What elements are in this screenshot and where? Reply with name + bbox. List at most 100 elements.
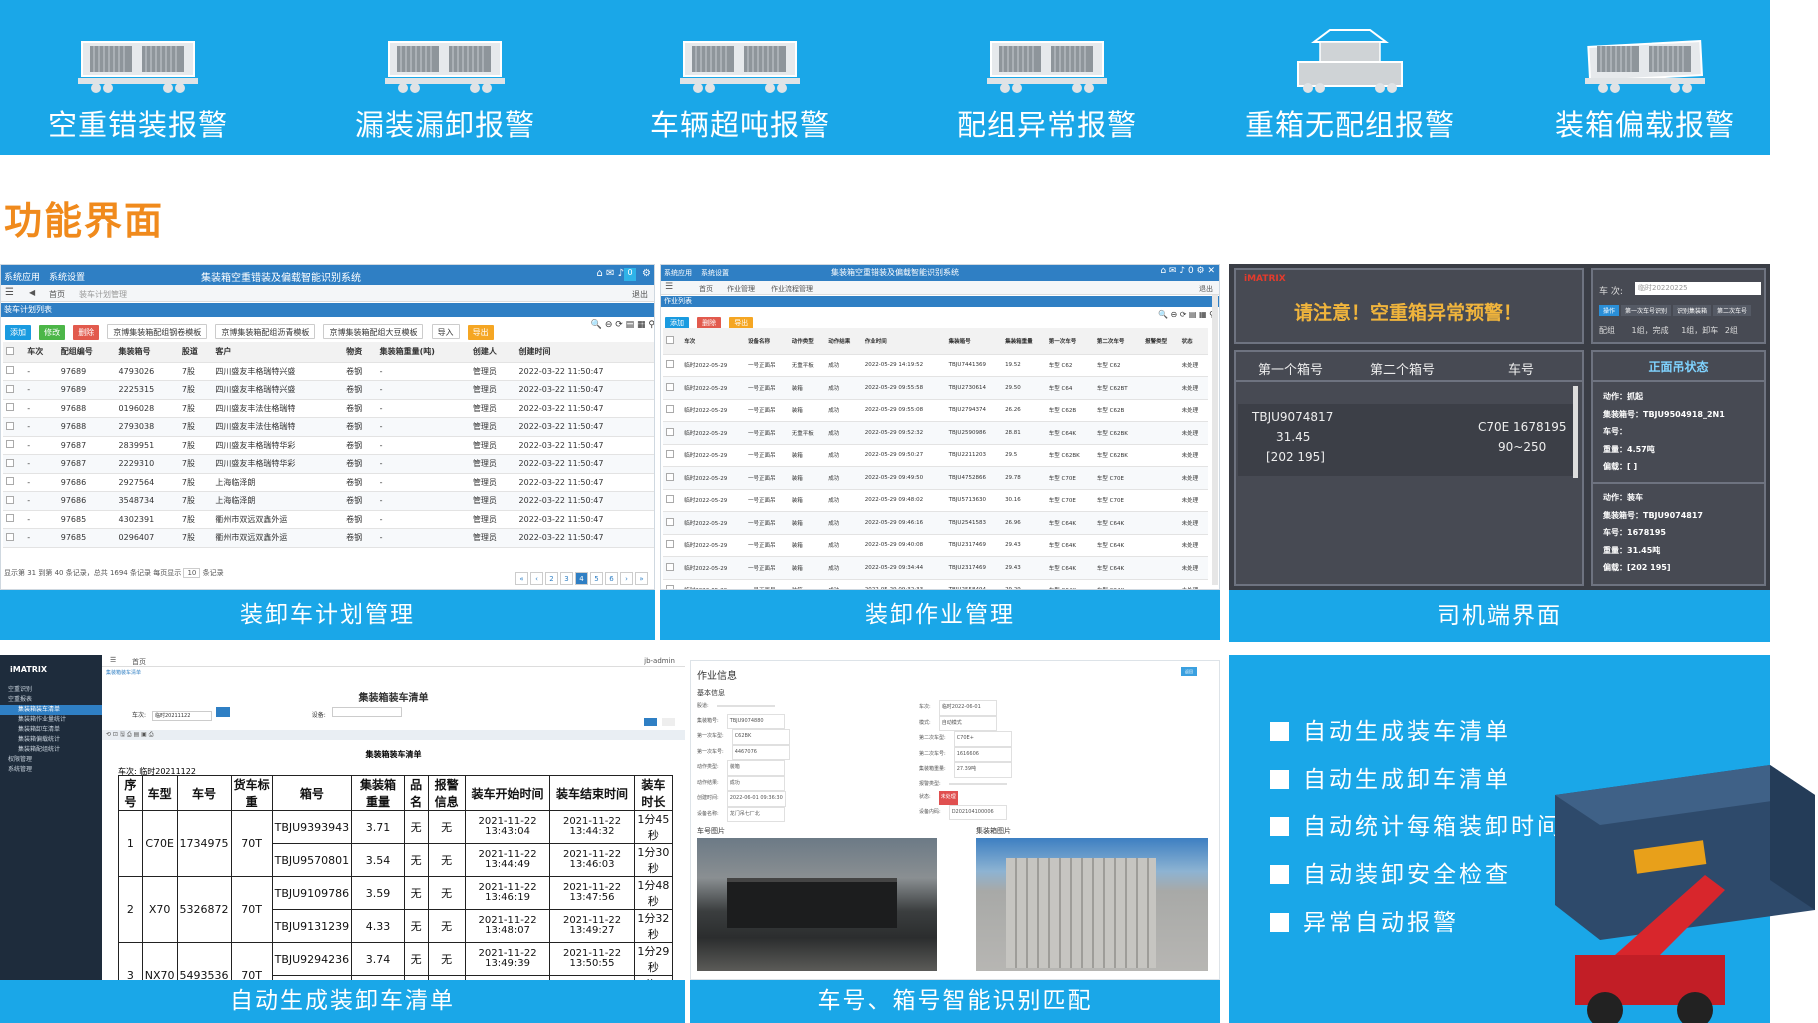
menu-icon[interactable]: ☰ [665, 282, 673, 292]
row-checkbox[interactable] [663, 534, 682, 557]
sidebar-item[interactable]: 集装箱卸车清单 [0, 725, 102, 735]
row-checkbox[interactable] [663, 444, 682, 467]
page-button[interactable]: » [635, 572, 648, 585]
page-button[interactable]: 6 [605, 572, 618, 585]
search-button[interactable] [215, 707, 230, 717]
table-row[interactable]: 临时2022-05-29 一号正面吊 装箱 成功 2022-05-29 09:55:58… [663, 376, 1208, 400]
export-button[interactable]: 导出 [467, 325, 494, 340]
row-checkbox[interactable] [663, 489, 682, 512]
table-row[interactable]: 临时2022-05-29 一号正面吊 装箱 成功 2022-05-29 09:49:50… [663, 466, 1208, 490]
row-checkbox[interactable] [3, 473, 25, 492]
sidebar-item[interactable]: 集装箱偏载统计 [0, 735, 102, 745]
row-checkbox[interactable] [3, 362, 25, 381]
table-row[interactable]: -97687 2839951 7股 四川盛友丰格瑞特华彩 卷钢 - 管理员 2022-03-2… [3, 436, 654, 455]
edit-button[interactable]: 修改 [39, 325, 66, 340]
driver-tab[interactable]: 第一次车号识别 [1621, 305, 1672, 316]
select-all-checkbox[interactable] [3, 342, 25, 363]
sidebar-item[interactable]: 空重识别 [0, 685, 102, 695]
table-row[interactable]: 临时2022-05-29 一号正面吊 装箱 成功 2022-05-29 09:50:27… [663, 444, 1208, 467]
column-header[interactable]: 股道 [178, 342, 213, 363]
driver-tab[interactable]: 操作 [1599, 305, 1620, 316]
scrollbar[interactable] [1573, 386, 1578, 478]
column-header[interactable]: 状态 [1178, 328, 1208, 355]
row-checkbox[interactable] [663, 354, 682, 377]
sidebar-item[interactable]: 权限管理 [0, 755, 102, 765]
gear-icon[interactable]: ⚙ [642, 268, 651, 279]
row-checkbox[interactable] [663, 376, 682, 400]
column-header[interactable]: 设备名称 [745, 328, 789, 355]
column-header[interactable]: 客户 [212, 342, 344, 363]
table-row[interactable]: 临时2022-05-29 一号正面吊 装箱 成功 2022-05-29 09:34:44… [663, 556, 1208, 580]
row-checkbox[interactable] [3, 454, 25, 474]
add-button[interactable]: 添加 [5, 325, 31, 340]
page-size-select[interactable]: 10 [183, 568, 201, 578]
row-checkbox[interactable] [663, 399, 682, 422]
page-button[interactable]: ‹ [530, 572, 543, 585]
column-header[interactable]: 配组编号 [57, 342, 116, 363]
row-checkbox[interactable] [3, 528, 25, 548]
table-tools-icons[interactable]: 🔍 ⊖ ⟳ ▤ ▦ ⚲ [1158, 310, 1215, 319]
column-header[interactable]: 车次 [24, 342, 58, 363]
table-row[interactable]: 临时2022-05-29 一号正面吊 装箱 成功 2022-05-29 09:55:08… [663, 399, 1208, 422]
nav-home[interactable]: 首页 [49, 289, 65, 300]
exit-link[interactable]: 退出 [632, 289, 648, 300]
table-row[interactable]: 临时2022-05-29 一号正面吊 无重平板 成功 2022-05-29 14:19:… [663, 354, 1208, 377]
row-checkbox[interactable] [663, 466, 682, 490]
page-button[interactable]: 5 [590, 572, 603, 585]
template-asphalt-button[interactable]: 京博集装箱配组沥青模板 [215, 324, 316, 339]
column-header[interactable]: 第一次车号 [1045, 328, 1094, 355]
notification-badge[interactable]: 0 [624, 268, 636, 281]
table-row[interactable]: -97687 2229310 7股 四川盛友丰格瑞特华彩 卷钢 - 管理员 2022-03-2… [3, 454, 654, 474]
scrollbar[interactable] [1212, 295, 1218, 585]
reset-button[interactable] [661, 718, 675, 726]
driver-tab[interactable]: 识别集装箱 [1673, 305, 1712, 316]
table-row[interactable]: -97688 0196028 7股 四川盛友丰法住格瑞特 卷钢 - 管理员 2022-03-2… [3, 399, 654, 418]
row-checkbox[interactable] [663, 421, 682, 445]
column-header[interactable]: 动作结果 [825, 328, 862, 355]
column-header[interactable]: 动作类型 [788, 328, 826, 355]
template-steel-button[interactable]: 京博集装箱配组钢卷模板 [107, 324, 208, 339]
page-button[interactable]: › [620, 572, 633, 585]
nav-tab-plan[interactable]: 装车计划管理 [79, 289, 127, 300]
table-row[interactable]: -97689 4793026 7股 四川盛友丰格瑞特兴盛 卷钢 - 管理员 2022-03-2… [3, 362, 654, 381]
back-icon[interactable]: ◀ [29, 288, 35, 297]
table-row[interactable]: 临时2022-05-29 一号正面吊 装箱 成功 2022-05-29 09:40:08… [663, 534, 1208, 557]
sidebar-item[interactable]: 集装箱装车清单 [0, 705, 102, 715]
table-row[interactable]: 临时2022-05-29一号正面吊装箱成功2022-05-29 09:32:33… [663, 579, 1208, 589]
row-checkbox[interactable] [663, 511, 682, 535]
page-button[interactable]: 4 [575, 572, 588, 585]
column-header[interactable]: 第二次车号 [1093, 328, 1143, 355]
nav-operation[interactable]: 作业管理 [727, 284, 755, 294]
list-row[interactable]: TBJU9074817 31.45 [202 195] C70E 1678195… [1238, 404, 1578, 476]
table-tools-icons[interactable]: 🔍 ⊖ ⟳ ▤ ▦ ⚲ [591, 320, 654, 330]
device-select[interactable] [331, 707, 402, 717]
row-checkbox[interactable] [3, 510, 25, 529]
row-checkbox[interactable] [3, 399, 25, 418]
column-header[interactable]: 物资 [343, 342, 377, 363]
table-row[interactable]: -97686 3548734 7股 上海临泽朗 卷钢 - 管理员 2022-03-22 11:… [3, 491, 654, 511]
page-button[interactable]: « [515, 572, 528, 585]
row-checkbox[interactable] [3, 491, 25, 511]
user-name[interactable]: jb-admin [644, 657, 675, 665]
row-checkbox[interactable] [3, 417, 25, 437]
nav-flow[interactable]: 作业流程管理 [771, 284, 813, 294]
row-checkbox[interactable] [663, 556, 682, 580]
table-row[interactable]: 临时2022-05-29 一号正面吊 装箱 成功 2022-05-29 09:46:16… [663, 511, 1208, 535]
top-tab-app[interactable]: 系统应用 [664, 268, 692, 278]
select-all-checkbox[interactable] [663, 328, 682, 355]
template-soybean-button[interactable]: 京博集装箱配组大豆模板 [323, 324, 424, 339]
nav-home[interactable]: 首页 [699, 284, 713, 294]
menu-icon[interactable]: ☰ [5, 287, 14, 298]
report-toolbar[interactable]: ⟲ ⊡ 🖫 ⎙ ▤ ▣ ⎙ [102, 730, 685, 740]
train-input[interactable]: 临时20211122 [151, 711, 212, 721]
column-header[interactable]: 创建时间 [515, 342, 654, 363]
column-header[interactable]: 集装箱重量 [1002, 328, 1046, 355]
sidebar-item[interactable]: 集装箱作业量统计 [0, 715, 102, 725]
exit-link[interactable]: 退出 [1199, 284, 1213, 294]
top-tab-app[interactable]: 系统应用 [4, 270, 40, 283]
table-row[interactable]: 临时2022-05-29 一号正面吊 无重平板 成功 2022-05-29 09:52:… [663, 421, 1208, 445]
table-row[interactable]: 临时2022-05-29 一号正面吊 装箱 成功 2022-05-29 09:48:02… [663, 489, 1208, 512]
home-icon[interactable]: ⌂ ✉ ♪ [597, 268, 624, 279]
column-header[interactable]: 车次 [681, 328, 746, 355]
column-header[interactable]: 创建人 [469, 342, 516, 363]
